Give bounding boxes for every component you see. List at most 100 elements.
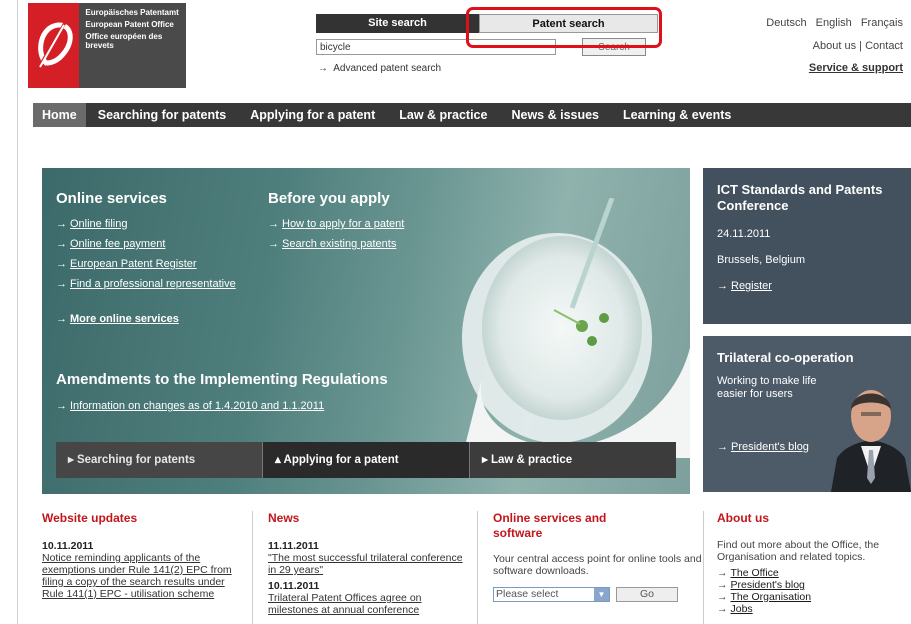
website-updates-title: Website updates: [42, 511, 138, 525]
online-link-fee-payment[interactable]: → Online fee payment: [56, 238, 165, 250]
search-existing-label: Search existing patents: [282, 238, 397, 250]
nav-searching-for-patents[interactable]: Searching for patents: [86, 103, 239, 127]
search-existing-link[interactable]: → Search existing patents: [268, 238, 396, 250]
language-links: Deutsch English Français: [760, 17, 903, 29]
online-services-title: Online services: [56, 190, 167, 207]
online-filing-label: Online filing: [70, 218, 128, 230]
nav-applying-for-a-patent[interactable]: Applying for a patent: [238, 103, 387, 127]
hero-tab-law[interactable]: ▸ Law & practice: [470, 442, 676, 478]
about-us-text: Find out more about the Office, the Orga…: [717, 539, 880, 563]
column-divider: [703, 511, 704, 624]
about-link-blog[interactable]: → President's blog: [717, 579, 907, 591]
more-online-services-link[interactable]: → More online services: [56, 313, 179, 325]
about-us-link[interactable]: About us: [813, 40, 856, 52]
triangle-right-icon: ▸: [68, 454, 77, 466]
hero-tab-applying[interactable]: ▴ Applying for a patent: [263, 442, 470, 478]
before-you-apply-title: Before you apply: [268, 190, 390, 207]
main-nav: Home Searching for patents Applying for …: [33, 103, 911, 127]
updates-item-link[interactable]: Notice reminding applicants of the exemp…: [42, 552, 242, 600]
nav-news-issues[interactable]: News & issues: [499, 103, 611, 127]
arrow-right-icon: →: [56, 313, 67, 325]
about-us-title: About us: [717, 511, 769, 525]
nav-home[interactable]: Home: [33, 103, 86, 127]
amendments-title: Amendments to the Implementing Regulatio…: [56, 371, 388, 388]
news-link-2[interactable]: Trilateral Patent Offices agree on miles…: [268, 592, 468, 616]
arrow-right-icon: →: [268, 218, 279, 230]
nav-law-practice[interactable]: Law & practice: [387, 103, 499, 127]
ict-register-link[interactable]: → Register: [717, 280, 897, 292]
online-fee-label: Online fee payment: [70, 238, 166, 250]
hero-tab-searching-label: Searching for patents: [76, 454, 196, 466]
ict-register-label: Register: [731, 280, 772, 292]
contact-link[interactable]: Contact: [865, 40, 903, 52]
advanced-search-label: Advanced patent search: [333, 63, 442, 74]
logo-line-de: Europäisches Patentamt: [85, 8, 179, 17]
epo-logo-icon: [36, 20, 73, 70]
about-org-label: The Organisation: [730, 591, 812, 603]
amendments-link[interactable]: → Information on changes as of 1.4.2010 a…: [56, 400, 324, 412]
online-link-filing[interactable]: → Online filing: [56, 218, 127, 230]
arrow-right-icon: →: [717, 591, 728, 603]
arrow-right-icon: →: [56, 400, 67, 412]
about-jobs-label: Jobs: [730, 603, 753, 615]
online-services-form: Please select ▼ Go: [493, 587, 703, 602]
online-services-select[interactable]: Please select ▼: [493, 587, 610, 602]
updates-date: 10.11.2011: [42, 540, 94, 552]
nav-learning-events[interactable]: Learning & events: [611, 103, 743, 127]
column-divider: [252, 511, 253, 624]
news-link-1[interactable]: "The most successful trilateral conferen…: [268, 552, 468, 576]
logo-mark-block: [28, 3, 80, 88]
arrow-right-icon: →: [56, 278, 67, 290]
lang-francais[interactable]: Français: [861, 17, 903, 29]
arrow-right-icon: →: [268, 238, 279, 250]
news-date-1: 11.11.2011: [268, 540, 319, 552]
presidents-blog-link[interactable]: → President's blog: [717, 441, 809, 453]
hero-tab-applying-label: Applying for a patent: [283, 454, 399, 466]
about-link-organisation[interactable]: → The Organisation: [717, 591, 907, 603]
amendments-link-label: Information on changes as of 1.4.2010 an…: [70, 400, 325, 412]
service-support-link[interactable]: Service & support: [809, 62, 903, 74]
news-title: News: [268, 511, 300, 525]
online-services-column: Online services and software Your centra…: [493, 511, 703, 602]
about-link-office[interactable]: → The Office: [717, 567, 907, 579]
online-link-register[interactable]: → European Patent Register: [56, 258, 197, 270]
more-online-label: More online services: [70, 313, 179, 325]
news-column: News 11.11.2011 "The most successful tri…: [268, 511, 468, 616]
petri-dish-image: [462, 198, 690, 458]
arrow-right-icon: →: [717, 567, 728, 579]
arrow-right-icon: →: [717, 441, 728, 453]
hero-tab-searching[interactable]: ▸ Searching for patents: [56, 442, 263, 478]
column-divider: [477, 511, 478, 624]
triangle-up-icon: ▴: [275, 454, 284, 466]
hero-tab-law-label: Law & practice: [490, 454, 573, 466]
ict-place: Brussels, Belgium: [717, 254, 806, 266]
ict-conference-box: ICT Standards and Patents Conference 24.…: [703, 168, 911, 324]
arrow-right-icon: →: [717, 579, 728, 591]
arrow-right-icon: →: [318, 63, 328, 74]
trilateral-title: Trilateral co-operation: [717, 350, 854, 365]
advanced-search-link[interactable]: → Advanced patent search: [318, 63, 441, 74]
select-value: Please select: [496, 588, 559, 600]
tab-site-search[interactable]: Site search: [316, 14, 479, 33]
how-to-apply-label: How to apply for a patent: [282, 218, 405, 230]
hero-banner: Online services → Online filing → Online f…: [42, 168, 690, 494]
online-link-representative[interactable]: → Find a professional representative: [56, 278, 236, 290]
online-services-text: Your central access point for online too…: [493, 553, 702, 577]
go-button[interactable]: Go: [616, 587, 678, 602]
about-blog-label: President's blog: [730, 579, 805, 591]
arrow-right-icon: →: [56, 238, 67, 250]
arrow-right-icon: →: [717, 603, 728, 615]
about-link-jobs[interactable]: → Jobs: [717, 603, 907, 615]
lang-english[interactable]: English: [816, 17, 852, 29]
logo-line-en: European Patent Office: [85, 20, 174, 29]
register-label: European Patent Register: [70, 258, 197, 270]
trilateral-box: Trilateral co-operation Working to make …: [703, 336, 911, 492]
epo-logo[interactable]: Europäisches Patentamt European Patent O…: [28, 3, 186, 88]
about-contact-links: About us | Contact: [813, 40, 903, 52]
presidents-blog-label: President's blog: [731, 441, 809, 453]
how-to-apply-link[interactable]: → How to apply for a patent: [268, 218, 404, 230]
president-photo: [831, 390, 911, 492]
lang-deutsch[interactable]: Deutsch: [766, 17, 806, 29]
website-updates-column: Website updates 10.11.2011 Notice remind…: [42, 511, 242, 600]
triangle-right-icon: ▸: [482, 454, 491, 466]
